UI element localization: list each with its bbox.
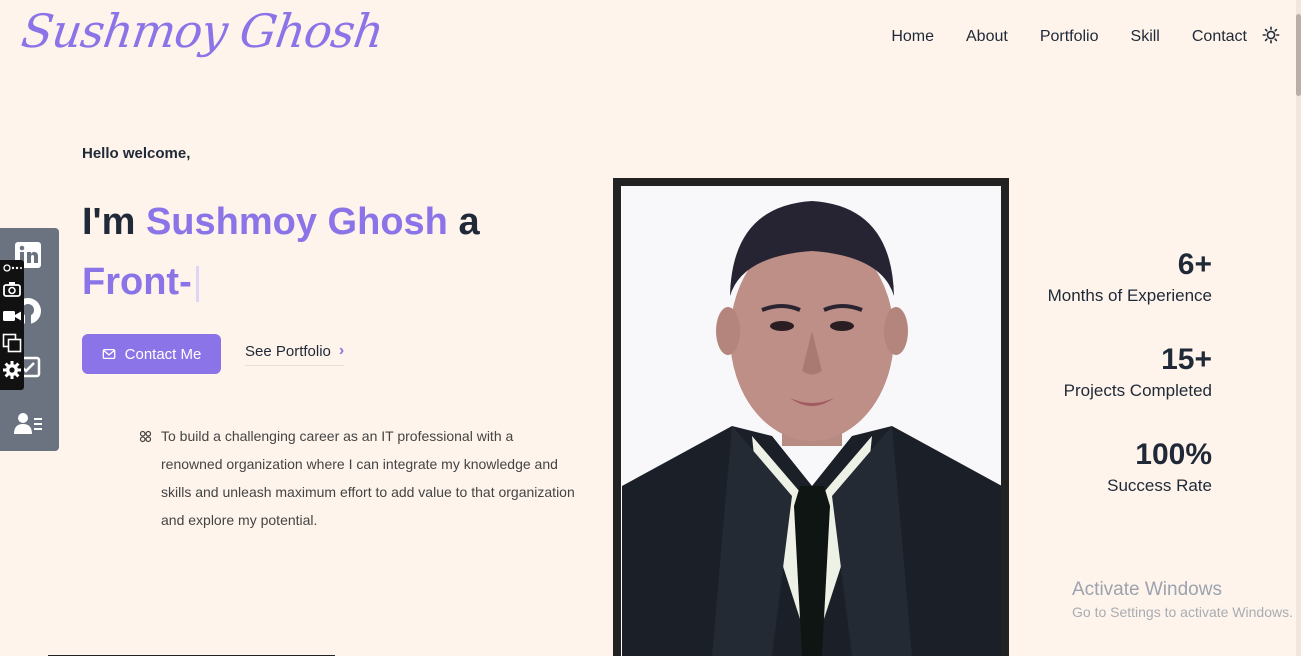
stat-item: 100% Success Rate bbox=[1048, 434, 1212, 496]
typed-role: Front- bbox=[82, 261, 192, 303]
profile-photo-frame bbox=[613, 178, 1009, 656]
site-logo[interactable]: Sushmoy Ghosh bbox=[18, 4, 386, 58]
activate-windows-subtitle: Go to Settings to activate Windows. bbox=[1072, 604, 1293, 620]
nav-skill[interactable]: Skill bbox=[1131, 28, 1160, 46]
see-portfolio-button[interactable]: See Portfolio › bbox=[245, 342, 345, 366]
hero-headline: I'm Sushmoy Ghosh a Front- bbox=[82, 192, 480, 312]
page-scrollbar[interactable] bbox=[1296, 0, 1301, 656]
video-icon[interactable] bbox=[2, 306, 22, 326]
stat-label: Projects Completed bbox=[1063, 381, 1212, 400]
mail-icon bbox=[102, 348, 115, 360]
greeting-text: Hello welcome, bbox=[82, 145, 191, 162]
nav-home[interactable]: Home bbox=[891, 28, 934, 46]
camera-icon[interactable] bbox=[2, 279, 22, 299]
contact-me-label: Contact Me bbox=[124, 345, 202, 363]
nav-about[interactable]: About bbox=[966, 28, 1008, 46]
contact-me-button[interactable]: Contact Me bbox=[82, 334, 221, 374]
main-nav: Home About Portfolio Skill Contact bbox=[891, 28, 1247, 46]
intro-suffix: a bbox=[458, 201, 480, 243]
gear-icon[interactable] bbox=[2, 360, 22, 380]
contact-card-icon[interactable] bbox=[13, 408, 43, 438]
copy-icon[interactable] bbox=[2, 333, 22, 353]
see-portfolio-label: See Portfolio bbox=[245, 342, 331, 360]
link-icon[interactable] bbox=[2, 262, 22, 274]
nav-portfolio[interactable]: Portfolio bbox=[1040, 28, 1099, 46]
about-text: To build a challenging career as an IT p… bbox=[161, 428, 575, 528]
stat-item: 6+ Months of Experience bbox=[1048, 244, 1212, 306]
stat-value: 100% bbox=[1135, 438, 1212, 471]
screen-tool-overlay bbox=[0, 260, 24, 390]
chevron-right-icon: › bbox=[338, 342, 345, 359]
scrollbar-thumb[interactable] bbox=[1296, 14, 1301, 96]
nav-contact[interactable]: Contact bbox=[1192, 28, 1247, 46]
hero-name: Sushmoy Ghosh bbox=[145, 201, 448, 243]
stats-list: 6+ Months of Experience 15+ Projects Com… bbox=[1048, 244, 1212, 529]
stat-value: 15+ bbox=[1161, 343, 1212, 376]
typing-cursor bbox=[195, 265, 199, 302]
profile-photo bbox=[621, 186, 1001, 656]
stat-item: 15+ Projects Completed bbox=[1048, 339, 1212, 401]
stat-value: 6+ bbox=[1177, 248, 1212, 281]
sun-icon[interactable] bbox=[1262, 26, 1280, 44]
activate-windows-title: Activate Windows bbox=[1072, 579, 1222, 600]
intro-prefix: I'm bbox=[82, 201, 136, 243]
stat-label: Months of Experience bbox=[1047, 286, 1212, 305]
quote-icon bbox=[139, 430, 152, 443]
stat-label: Success Rate bbox=[1107, 476, 1212, 495]
